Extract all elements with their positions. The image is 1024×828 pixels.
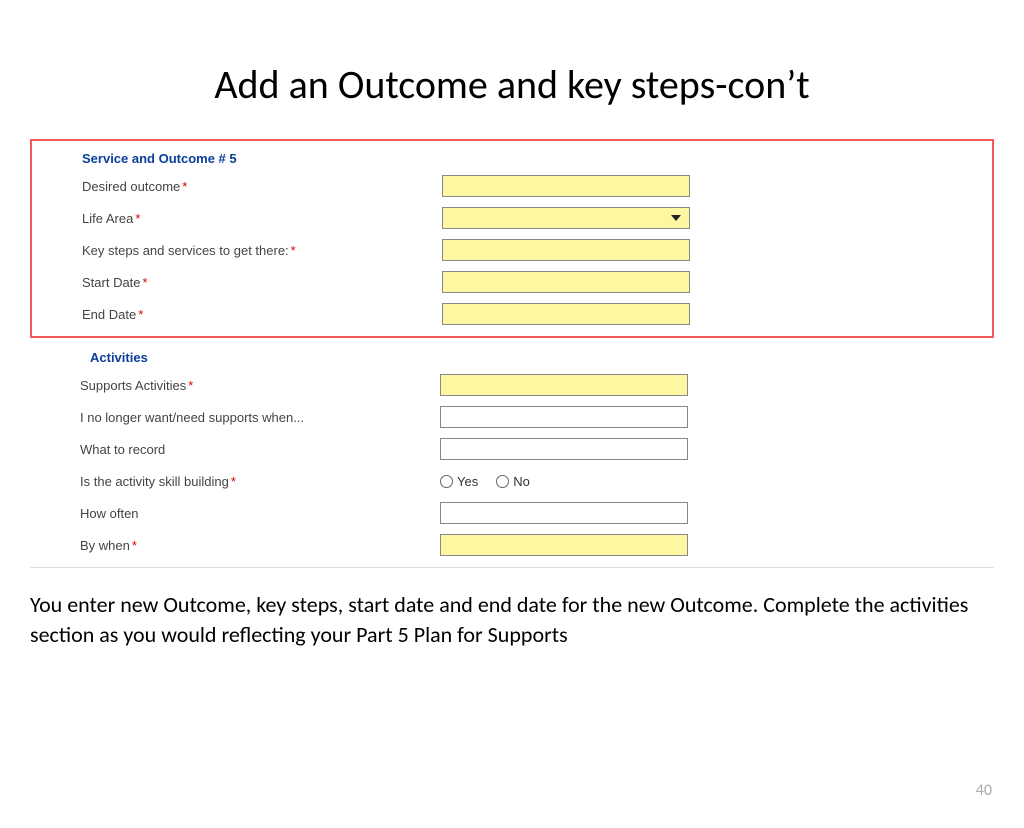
radio-option-yes[interactable]: Yes xyxy=(440,474,478,489)
required-marker: * xyxy=(132,538,137,553)
label-desired-outcome: Desired outcome* xyxy=(82,179,442,194)
input-end-date[interactable] xyxy=(442,303,690,325)
activities-block: Activities Supports Activities* I no lon… xyxy=(30,342,994,568)
input-start-date[interactable] xyxy=(442,271,690,293)
row-no-longer: I no longer want/need supports when... xyxy=(80,401,984,433)
label-by-when: By when* xyxy=(80,538,440,553)
required-marker: * xyxy=(291,243,296,258)
label-how-often: How often xyxy=(80,506,440,521)
input-how-often[interactable] xyxy=(440,502,688,524)
service-outcome-highlight: Service and Outcome # 5 Desired outcome*… xyxy=(30,139,994,338)
row-start-date: Start Date* xyxy=(82,266,982,298)
form-area: Service and Outcome # 5 Desired outcome*… xyxy=(30,139,994,568)
label-key-steps: Key steps and services to get there:* xyxy=(82,243,442,258)
label-skill-building: Is the activity skill building* xyxy=(80,474,440,489)
label-end-date: End Date* xyxy=(82,307,442,322)
section-heading-service-outcome: Service and Outcome # 5 xyxy=(82,151,982,166)
page-number: 40 xyxy=(976,781,992,800)
radio-label-yes: Yes xyxy=(457,474,478,489)
row-by-when: By when* xyxy=(80,529,984,561)
row-life-area: Life Area* xyxy=(82,202,982,234)
radio-circle-icon xyxy=(440,475,453,488)
input-no-longer[interactable] xyxy=(440,406,688,428)
radio-option-no[interactable]: No xyxy=(496,474,530,489)
label-no-longer: I no longer want/need supports when... xyxy=(80,410,440,425)
label-supports-activities: Supports Activities* xyxy=(80,378,440,393)
required-marker: * xyxy=(188,378,193,393)
row-end-date: End Date* xyxy=(82,298,982,330)
label-life-area: Life Area* xyxy=(82,211,442,226)
row-how-often: How often xyxy=(80,497,984,529)
input-key-steps[interactable] xyxy=(442,239,690,261)
row-supports-activities: Supports Activities* xyxy=(80,369,984,401)
label-start-date: Start Date* xyxy=(82,275,442,290)
row-key-steps: Key steps and services to get there:* xyxy=(82,234,982,266)
select-life-area[interactable] xyxy=(442,207,690,229)
row-desired-outcome: Desired outcome* xyxy=(82,170,982,202)
required-marker: * xyxy=(135,211,140,226)
row-skill-building: Is the activity skill building* Yes No xyxy=(80,465,984,497)
required-marker: * xyxy=(138,307,143,322)
input-desired-outcome[interactable] xyxy=(442,175,690,197)
input-supports-activities[interactable] xyxy=(440,374,688,396)
required-marker: * xyxy=(182,179,187,194)
input-by-when[interactable] xyxy=(440,534,688,556)
radio-circle-icon xyxy=(496,475,509,488)
slide-title: Add an Outcome and key steps-con’t xyxy=(0,60,1024,109)
section-heading-activities: Activities xyxy=(90,350,984,365)
radio-label-no: No xyxy=(513,474,530,489)
radio-group-skill-building: Yes No xyxy=(440,474,688,489)
label-what-record: What to record xyxy=(80,442,440,457)
required-marker: * xyxy=(143,275,148,290)
row-what-record: What to record xyxy=(80,433,984,465)
required-marker: * xyxy=(231,474,236,489)
slide-caption: You enter new Outcome, key steps, start … xyxy=(30,590,994,649)
input-what-record[interactable] xyxy=(440,438,688,460)
